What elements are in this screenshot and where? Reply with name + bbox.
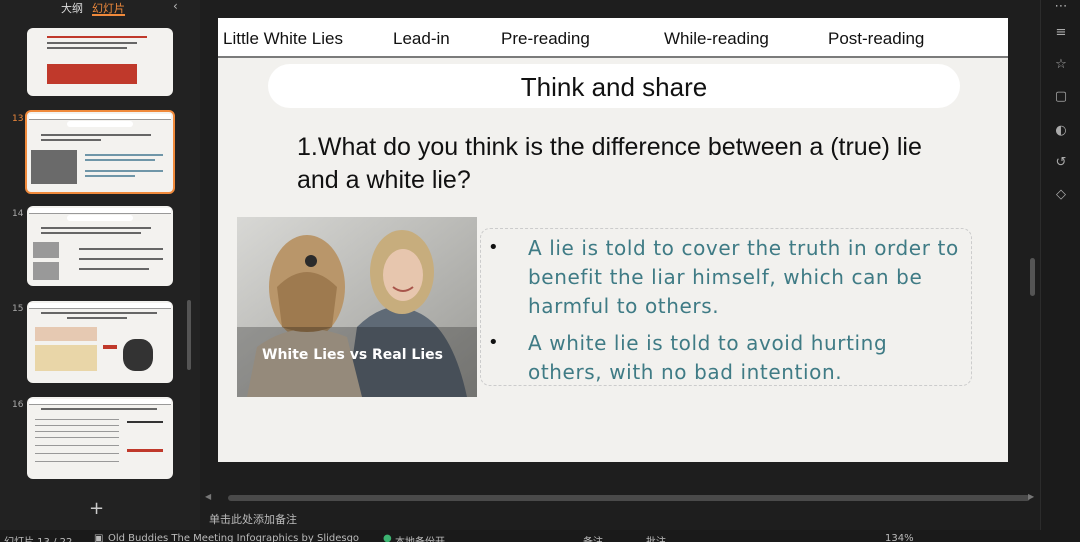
slide-number: 14: [12, 209, 24, 219]
slide-thumbnail-panel: 大纲 幻灯片 ‹ 13 14 15 16 +: [0, 0, 200, 530]
slide-number: 13: [12, 114, 24, 124]
thumb-line: [35, 453, 119, 454]
zoom-level[interactable]: 134%: [885, 533, 914, 542]
format-icon[interactable]: ◇: [1054, 188, 1068, 202]
thumb-line: [47, 42, 137, 44]
thumbnail-scrollbar[interactable]: [187, 300, 191, 370]
thumb-title: [67, 215, 133, 221]
photo-illustration: [237, 217, 477, 397]
thumb-line: [35, 461, 119, 462]
history-icon[interactable]: ↺: [1054, 156, 1068, 170]
slide-counter: 幻灯片 13 / 22: [4, 533, 72, 542]
thumb-line: [79, 268, 149, 270]
status-bar: 幻灯片 13 / 22 ▣ Old Buddies The Meeting In…: [0, 530, 1080, 542]
thumb-line: [41, 232, 141, 234]
thumb-block: [35, 345, 97, 371]
thumb-line: [79, 258, 163, 260]
nav-post-reading: Post-reading: [828, 29, 925, 48]
white-lies-photo: White Lies vs Real Lies: [237, 217, 477, 397]
theme-icon: ▣: [94, 533, 104, 542]
adjust-settings-icon[interactable]: ≡: [1054, 26, 1068, 40]
thumb-title: [67, 121, 133, 127]
thumb-line: [67, 317, 127, 319]
thumb-line: [127, 421, 163, 423]
thumb-red-block: [47, 64, 137, 84]
thumb-line: [79, 248, 163, 250]
add-slide-button[interactable]: +: [89, 498, 104, 519]
question-text: 1.What do you think is the difference be…: [297, 133, 922, 194]
bullet-2-text: A white lie is told to avoid hurting oth…: [528, 331, 888, 384]
thumb-line: [35, 431, 119, 432]
thumbnail-preview: [27, 301, 173, 383]
backup-status[interactable]: 本地备份开: [395, 533, 445, 542]
photo-caption: White Lies vs Real Lies: [262, 347, 443, 363]
nav-lead-in: Lead-in: [393, 29, 450, 48]
thumb-red-line: [127, 449, 163, 452]
thumb-line: [85, 170, 163, 172]
slide-canvas[interactable]: Little White Lies Lead-in Pre-reading Wh…: [218, 18, 1008, 462]
thumb-line: [41, 139, 101, 141]
thumb-line: [47, 47, 127, 49]
thumb-stones: [123, 339, 153, 371]
slide-nav-bar: Little White Lies Lead-in Pre-reading Wh…: [218, 18, 1008, 58]
tab-outline[interactable]: 大纲: [61, 0, 83, 16]
thumb-line: [85, 154, 163, 156]
thumb-line: [41, 408, 157, 410]
theme-name[interactable]: Old Buddies The Meeting Infographics by …: [108, 533, 359, 542]
notes-placeholder[interactable]: 单击此处添加备注: [209, 511, 297, 527]
thumbnail-preview: [27, 397, 173, 479]
thumb-line: [35, 425, 119, 426]
backup-status-icon: ●: [383, 533, 392, 542]
thumb-line: [85, 175, 135, 177]
scroll-right-arrow-icon[interactable]: ▶: [1028, 492, 1034, 501]
thumb-line: [35, 419, 119, 420]
collapse-panel-icon[interactable]: ‹: [173, 0, 178, 13]
thumb-line: [41, 312, 157, 314]
more-options-icon[interactable]: ⋯: [1054, 0, 1068, 14]
thumb-icon: [33, 262, 59, 280]
thumb-nav: [29, 303, 171, 309]
slide-title: Think and share: [520, 72, 708, 102]
bullet-1-text: A lie is told to cover the truth in orde…: [528, 236, 959, 318]
thumb-line: [41, 227, 151, 229]
slide-number: 16: [12, 400, 24, 410]
thumb-nav: [29, 208, 171, 214]
comments-toggle[interactable]: 批注: [646, 533, 666, 542]
star-icon[interactable]: ☆: [1054, 58, 1068, 72]
thumbnail-preview: [25, 110, 175, 194]
notes-toggle[interactable]: 备注: [583, 533, 603, 542]
thumb-nav: [29, 114, 171, 120]
active-tab-indicator: [92, 14, 125, 16]
chat-icon[interactable]: ▢: [1054, 90, 1068, 104]
slide-number: 15: [12, 304, 24, 314]
thumbnail-preview: [27, 28, 173, 96]
thumb-icon: [33, 242, 59, 258]
thumb-line: [35, 445, 119, 446]
vertical-scrollbar[interactable]: [1030, 258, 1035, 296]
thumb-block: [35, 327, 97, 341]
thumb-line: [47, 36, 147, 38]
scroll-left-arrow-icon[interactable]: ◀: [205, 492, 211, 501]
nav-little-white-lies: Little White Lies: [223, 29, 343, 48]
title-banner: Think and share: [268, 64, 960, 108]
thumb-line: [85, 159, 155, 161]
bullet-2-dot: •: [488, 332, 499, 353]
thumb-line: [35, 437, 119, 438]
image-search-icon[interactable]: ◐: [1054, 124, 1068, 138]
thumb-photo: [31, 150, 77, 184]
nav-pre-reading: Pre-reading: [501, 29, 590, 48]
right-tool-panel: ⋯ ≡ ☆ ▢ ◐ ↺ ◇: [1040, 0, 1080, 530]
panel-tabs: 大纲 幻灯片 ‹: [0, 0, 200, 16]
thumb-nav: [29, 399, 171, 405]
thumbnail-preview: [27, 206, 173, 286]
bullet-1-dot: •: [488, 237, 499, 258]
thumb-line: [41, 134, 151, 136]
thumb-arrow: [103, 345, 117, 349]
horizontal-scrollbar[interactable]: [228, 495, 1030, 501]
nav-while-reading: While-reading: [664, 29, 769, 48]
